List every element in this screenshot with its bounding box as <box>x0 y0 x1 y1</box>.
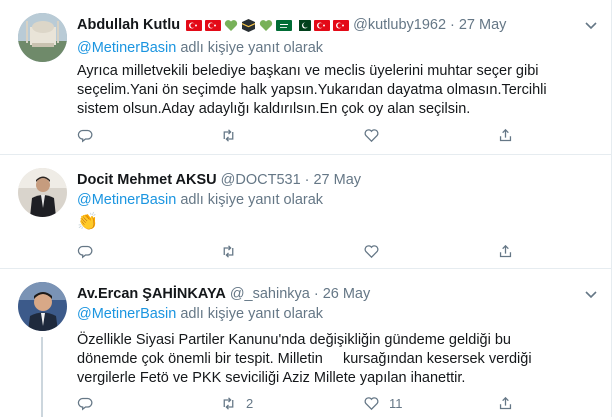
retweet-button[interactable]: 2 <box>220 395 253 412</box>
retweet-icon <box>223 397 234 410</box>
retweet-button[interactable] <box>220 243 246 260</box>
share-icon <box>499 396 512 410</box>
reply-mention-link[interactable]: @MetinerBasin <box>77 40 176 56</box>
tweet-text: Özellikle Siyasi Partiler Kanunu'nda değ… <box>77 331 602 388</box>
share-button[interactable] <box>497 127 514 144</box>
avatar[interactable] <box>18 168 67 217</box>
heart-icon <box>364 129 379 143</box>
tweet-text: 👏 <box>77 212 602 231</box>
tweet-text-line: Özellikle Siyasi Partiler Kanunu'nda değ… <box>77 332 511 348</box>
avatar[interactable] <box>18 13 67 62</box>
tweet-text-line: sistem olsun.Aday adaylığı kaldırılsın.E… <box>77 101 471 117</box>
tweet-date[interactable]: 26 May <box>323 285 371 303</box>
retweet-button[interactable] <box>220 127 246 144</box>
reply-mention-link[interactable]: @MetinerBasin <box>77 306 176 322</box>
display-name[interactable]: Docit Mehmet AKSU <box>77 171 217 189</box>
heart-icon <box>364 397 379 411</box>
user-handle[interactable]: @DOCT531 <box>221 171 301 189</box>
green-heart-icon <box>259 19 273 32</box>
saudi-flag-icon <box>276 19 293 31</box>
retweet-icon <box>223 129 234 142</box>
reply-icon <box>77 397 93 411</box>
reply-context: @MetinerBasin adlı kişiye yanıt olarak <box>77 40 323 56</box>
tweet-text-line: vergilerle Fetö ve PKK seviciliği Aziz M… <box>77 370 466 386</box>
tweet-header: Abdullah Kutlu @kutluby1962 · 27 May <box>77 16 506 34</box>
separator-dot: · <box>304 172 310 188</box>
retweet-count: 2 <box>246 396 254 411</box>
like-button[interactable]: 11 <box>363 395 403 412</box>
reply-icon <box>77 129 93 143</box>
avatar[interactable] <box>18 282 67 331</box>
thread-line <box>41 337 43 417</box>
display-name[interactable]: Av.Ercan ŞAHİNKAYA <box>77 285 226 303</box>
tweet[interactable]: Abdullah Kutlu @kutluby1962 · 27 May @Me… <box>0 0 612 155</box>
reply-context: @MetinerBasin adlı kişiye yanıt olarak <box>77 306 323 322</box>
tweet-header: Docit Mehmet AKSU @DOCT531 · 27 May <box>77 171 361 189</box>
like-button[interactable] <box>363 127 389 144</box>
chevron-down-icon[interactable] <box>584 18 598 32</box>
tweet-actions <box>77 127 547 147</box>
tweet-date[interactable]: 27 May <box>313 171 361 189</box>
tweet[interactable]: Av.Ercan ŞAHİNKAYA @_sahinkya · 26 May @… <box>0 269 612 417</box>
turkey-flag-icon <box>186 19 203 31</box>
turkey-flag-icon <box>333 19 350 31</box>
user-handle[interactable]: @kutluby1962 <box>353 16 446 34</box>
chevron-down-icon[interactable] <box>584 287 598 301</box>
reply-icon <box>77 245 93 259</box>
reply-button[interactable] <box>77 127 103 144</box>
reply-context-text: adlı kişiye yanıt olarak <box>176 306 324 322</box>
heart-icon <box>364 245 379 259</box>
kaaba-icon <box>241 18 256 32</box>
turkey-flag-icon <box>314 19 331 31</box>
tweet-feed: Abdullah Kutlu @kutluby1962 · 27 May @Me… <box>0 0 612 417</box>
green-heart-icon <box>224 19 238 32</box>
share-icon <box>499 244 512 258</box>
tweet-date[interactable]: 27 May <box>459 16 507 34</box>
separator-dot: · <box>450 17 455 33</box>
tweet-text-line: seçelim.Yani ön seçimde halk yapsın.Yuka… <box>77 82 547 98</box>
display-name[interactable]: Abdullah Kutlu <box>77 16 180 34</box>
user-handle[interactable]: @_sahinkya <box>230 285 310 303</box>
tweet-header: Av.Ercan ŞAHİNKAYA @_sahinkya · 26 May <box>77 285 370 303</box>
tweet-actions <box>77 243 547 263</box>
reply-mention-link[interactable]: @MetinerBasin <box>77 192 176 208</box>
retweet-icon <box>223 245 234 258</box>
name-decorations <box>183 18 350 32</box>
tweet-text: Ayrıca milletvekili belediye başkanı ve … <box>77 62 602 119</box>
like-button[interactable] <box>363 243 389 260</box>
share-button[interactable] <box>497 243 514 260</box>
tweet-text-line: Ayrıca milletvekili belediye başkanı ve … <box>77 63 539 79</box>
share-button[interactable] <box>497 395 514 412</box>
reply-context: @MetinerBasin adlı kişiye yanıt olarak <box>77 192 323 208</box>
reply-context-text: adlı kişiye yanıt olarak <box>176 192 324 208</box>
tweet[interactable]: Docit Mehmet AKSU @DOCT531 · 27 May @Met… <box>0 155 612 269</box>
pakistan-flag-icon <box>295 19 312 31</box>
tweet-actions: 2 11 <box>77 395 547 415</box>
turkey-flag-icon <box>205 19 222 31</box>
reply-context-text: adlı kişiye yanıt olarak <box>176 40 324 56</box>
clapping-hands-emoji: 👏 <box>77 212 99 231</box>
separator-dot: · <box>313 286 319 302</box>
reply-button[interactable] <box>77 395 103 412</box>
tweet-text-line: dönemde çok önemli bir tespit. Milletin … <box>77 351 532 367</box>
like-count: 11 <box>389 396 403 411</box>
share-icon <box>499 128 512 142</box>
reply-button[interactable] <box>77 243 103 260</box>
